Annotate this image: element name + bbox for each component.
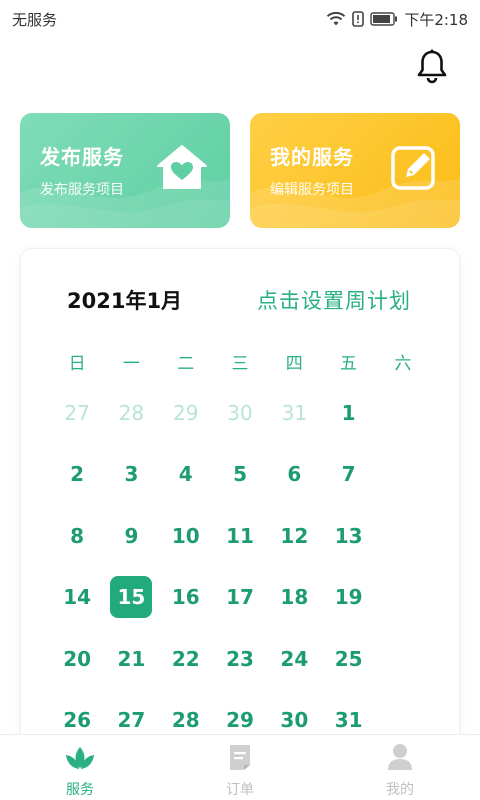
notification-button[interactable] (414, 48, 450, 88)
calendar-day-number: 1 (341, 401, 356, 425)
sim-alert-icon (352, 11, 365, 27)
wifi-icon (326, 11, 346, 27)
weekday-label: 二 (177, 354, 195, 374)
calendar-day[interactable]: 13 (321, 515, 375, 576)
battery-icon (370, 12, 398, 26)
leaf-service-icon (65, 743, 95, 775)
publish-service-title: 发布服务 (40, 145, 124, 169)
calendar-day-number: 29 (173, 401, 199, 425)
calendar-day[interactable]: 17 (213, 576, 267, 637)
weekday-header: 日 一 二 三 四 五 六 (50, 349, 430, 374)
calendar-day[interactable]: 4 (159, 453, 213, 514)
weekday-label: 六 (394, 354, 412, 374)
nav-tab-service-label: 服务 (66, 782, 94, 798)
calendar-day-number: 18 (280, 585, 309, 610)
calendar-day-number: 24 (280, 646, 309, 671)
calendar-panel: 2021年1月 点击设置周计划 日 一 二 三 四 五 六 27 28 29 30 31… (20, 248, 460, 748)
publish-service-subtitle: 发布服务项目 (40, 182, 124, 198)
nav-tab-mine[interactable]: 我的 (320, 735, 480, 800)
calendar-day[interactable]: 18 (267, 576, 321, 637)
nav-tab-orders-label: 订单 (226, 782, 254, 798)
calendar-day[interactable]: 30 (213, 392, 267, 453)
calendar-day[interactable]: 24 (267, 638, 321, 699)
calendar-day-number: 15 (110, 576, 153, 619)
calendar-day-number: 8 (70, 523, 85, 548)
clock-time: 下午2:18 (404, 10, 468, 29)
calendar-day[interactable]: 23 (213, 638, 267, 699)
status-icons: 下午2:18 (326, 9, 468, 30)
weekday-label: 三 (231, 354, 249, 374)
calendar-day-number: 17 (226, 585, 254, 610)
calendar-day-number: 12 (280, 523, 309, 548)
bell-icon (416, 48, 448, 88)
edit-pencil-icon (390, 143, 438, 195)
calendar-day-number: 21 (117, 646, 146, 671)
calendar-day[interactable]: 16 (159, 576, 213, 637)
nav-tab-service[interactable]: 服务 (0, 735, 160, 800)
calendar-day-number: 30 (227, 401, 253, 425)
calendar-day-selected[interactable]: 15 (104, 576, 158, 637)
publish-service-card[interactable]: 发布服务 发布服务项目 (20, 113, 230, 228)
my-service-subtitle: 编辑服务项目 (270, 182, 354, 198)
calendar-day-number: 13 (334, 523, 363, 548)
calendar-day-number: 31 (281, 401, 308, 425)
calendar-day[interactable]: 5 (213, 453, 267, 514)
calendar-day[interactable]: 14 (50, 576, 104, 637)
house-heart-icon (156, 143, 208, 195)
calendar-day[interactable]: 3 (104, 453, 158, 514)
calendar-day[interactable]: 31 (267, 392, 321, 453)
set-week-plan-link[interactable]: 点击设置周计划 (257, 285, 411, 315)
calendar-day-number: 4 (178, 462, 193, 487)
calendar-day-number: 27 (64, 401, 90, 425)
nav-tab-orders[interactable]: 订单 (160, 735, 320, 800)
calendar-day[interactable]: 20 (50, 638, 104, 699)
calendar-day-number: 2 (70, 462, 85, 487)
calendar-day[interactable]: 19 (321, 576, 375, 637)
calendar-day[interactable]: 22 (159, 638, 213, 699)
calendar-day-number: 10 (171, 523, 200, 548)
calendar-day-number: 3 (124, 462, 139, 487)
calendar-days-grid: 27 28 29 30 31 1 2 3 4 5 6 7 8 9 10 11 12 13 14 15 16 17 18 19 2… (50, 392, 430, 747)
nav-tab-mine-label: 我的 (386, 782, 414, 798)
calendar-day-number: 6 (287, 462, 302, 487)
calendar-month-label: 2021年1月 (67, 289, 183, 313)
calendar-day[interactable]: 25 (321, 638, 375, 699)
calendar-day-number: 16 (171, 585, 200, 610)
calendar-day[interactable]: 6 (267, 453, 321, 514)
order-document-icon (227, 743, 253, 775)
calendar-day-number: 23 (226, 646, 254, 671)
calendar-day[interactable]: 9 (104, 515, 158, 576)
calendar-day[interactable]: 7 (321, 453, 375, 514)
calendar-day[interactable]: 1 (321, 392, 375, 453)
my-service-title: 我的服务 (270, 145, 354, 169)
weekday-label: 五 (340, 354, 358, 374)
weekday-label: 一 (122, 354, 140, 374)
weekday-label: 日 (68, 354, 86, 374)
calendar-day-number: 22 (171, 646, 200, 671)
calendar-day-number: 11 (226, 523, 254, 548)
calendar-day[interactable]: 28 (104, 392, 158, 453)
calendar-day[interactable]: 10 (159, 515, 213, 576)
calendar-day-number: 9 (124, 523, 139, 548)
status-bar: 无服务 下午2:18 (0, 0, 480, 38)
bottom-navigation: 服务 订单 我的 (0, 734, 480, 800)
calendar-day[interactable]: 27 (50, 392, 104, 453)
user-profile-icon (387, 743, 413, 775)
calendar-day-number: 7 (341, 462, 356, 487)
calendar-day[interactable]: 29 (159, 392, 213, 453)
calendar-day-number: 20 (63, 646, 92, 671)
weekday-label: 四 (285, 354, 303, 374)
carrier-text: 无服务 (12, 10, 58, 29)
calendar-day[interactable]: 2 (50, 453, 104, 514)
calendar-day[interactable]: 11 (213, 515, 267, 576)
calendar-day-number: 19 (334, 585, 363, 610)
calendar-day[interactable]: 21 (104, 638, 158, 699)
calendar-day-number: 25 (334, 646, 363, 671)
calendar-day-number: 14 (63, 585, 92, 610)
calendar-day-number: 28 (118, 401, 145, 425)
calendar-day[interactable]: 8 (50, 515, 104, 576)
my-service-card[interactable]: 我的服务 编辑服务项目 (250, 113, 460, 228)
calendar-day[interactable]: 12 (267, 515, 321, 576)
calendar-day-number: 5 (233, 462, 247, 487)
